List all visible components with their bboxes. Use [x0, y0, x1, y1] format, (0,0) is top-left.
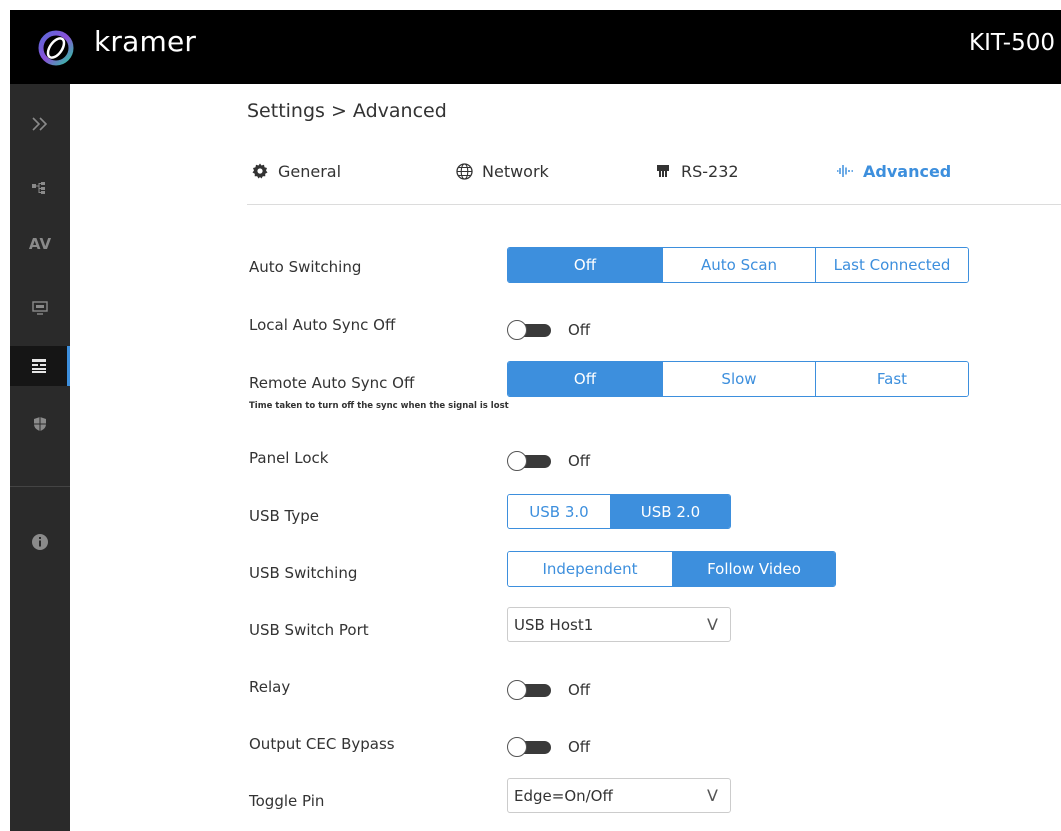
toggle-pin-label: Toggle Pin [249, 792, 325, 810]
usb-switching-label: USB Switching [249, 564, 358, 582]
output-cec-bypass-toggle[interactable]: Off [507, 735, 590, 759]
toggle-pin-dropdown[interactable]: Edge=On/Off V [507, 778, 731, 813]
usb-3-0-button[interactable]: USB 3.0 [508, 495, 610, 528]
shield-icon [34, 417, 46, 431]
device-model: KIT-500 [968, 30, 1055, 56]
serial-port-icon [654, 162, 672, 180]
usb-switch-port-dropdown[interactable]: USB Host1 V [507, 607, 731, 642]
sidebar-item-display[interactable] [10, 288, 70, 328]
double-chevron-right-icon [32, 117, 48, 131]
tab-label: RS-232 [681, 161, 739, 181]
chevron-down-icon: V [707, 615, 718, 634]
usb-switching-independent-button[interactable]: Independent [508, 552, 672, 586]
sidebar: AV [10, 84, 70, 831]
remote-auto-sync-off-selector: Off Slow Fast [507, 361, 969, 397]
settings-panel-icon [31, 359, 46, 373]
tab-label: Network [482, 161, 549, 181]
auto-switching-label: Auto Switching [249, 258, 362, 276]
auto-switching-last-connected-button[interactable]: Last Connected [815, 248, 968, 282]
output-cec-bypass-label: Output CEC Bypass [249, 735, 395, 753]
sidebar-item-info[interactable] [10, 522, 70, 562]
local-auto-sync-off-toggle[interactable]: Off [507, 318, 590, 342]
toggle-state: Off [568, 452, 591, 470]
tab-advanced[interactable]: Advanced [836, 158, 951, 184]
sidebar-expand-button[interactable] [10, 104, 70, 144]
chevron-down-icon: V [707, 786, 718, 805]
info-icon [32, 534, 48, 550]
panel-lock-label: Panel Lock [249, 449, 329, 467]
sidebar-item-settings[interactable] [10, 346, 70, 386]
sidebar-divider [10, 486, 70, 487]
remote-auto-sync-slow-button[interactable]: Slow [662, 362, 815, 396]
routing-icon [32, 182, 45, 194]
brand-name: kramer [94, 25, 197, 58]
toggle-switch [507, 680, 553, 700]
sidebar-item-av[interactable]: AV [10, 224, 70, 264]
tab-rs-232[interactable]: RS-232 [654, 158, 739, 184]
auto-switching-selector: Off Auto Scan Last Connected [507, 247, 969, 283]
remote-auto-sync-fast-button[interactable]: Fast [815, 362, 968, 396]
remote-auto-sync-off-label: Remote Auto Sync Off [249, 374, 415, 392]
tabs-divider [247, 204, 1061, 205]
auto-switching-auto-scan-button[interactable]: Auto Scan [662, 248, 815, 282]
toggle-switch [507, 451, 553, 471]
auto-switching-off-button[interactable]: Off [508, 248, 662, 282]
sidebar-item-routing[interactable] [10, 168, 70, 208]
toggle-switch [507, 320, 553, 340]
dropdown-value: USB Host1 [514, 615, 594, 634]
tab-network[interactable]: Network [455, 158, 549, 184]
usb-type-label: USB Type [249, 507, 320, 525]
panel-lock-toggle[interactable]: Off [507, 449, 590, 473]
advanced-bars-icon [836, 162, 854, 180]
relay-label: Relay [249, 678, 291, 696]
toggle-state: Off [568, 321, 591, 339]
toggle-state: Off [568, 681, 591, 699]
toggle-state: Off [568, 738, 591, 756]
tab-label: General [278, 161, 342, 181]
local-auto-sync-off-label: Local Auto Sync Off [249, 316, 396, 334]
breadcrumb: Settings > Advanced [247, 100, 447, 122]
relay-toggle[interactable]: Off [507, 678, 590, 702]
gear-icon [251, 162, 269, 180]
kramer-logo-icon [38, 30, 74, 66]
usb-switching-follow-video-button[interactable]: Follow Video [672, 552, 835, 586]
usb-2-0-button[interactable]: USB 2.0 [610, 495, 730, 528]
tab-label: Advanced [863, 161, 952, 181]
dropdown-value: Edge=On/Off [514, 786, 613, 805]
remote-auto-sync-off-hint: Time taken to turn off the sync when the… [249, 401, 509, 411]
display-icon [32, 301, 48, 315]
usb-type-selector: USB 3.0 USB 2.0 [507, 494, 731, 529]
toggle-switch [507, 737, 553, 757]
usb-switch-port-label: USB Switch Port [249, 621, 369, 639]
remote-auto-sync-off-button[interactable]: Off [508, 362, 662, 396]
usb-switching-selector: Independent Follow Video [507, 551, 836, 587]
sidebar-item-security[interactable] [10, 404, 70, 444]
globe-icon [455, 162, 473, 180]
tab-general[interactable]: General [251, 158, 341, 184]
top-bar: kramer KIT-500 [10, 10, 1061, 84]
